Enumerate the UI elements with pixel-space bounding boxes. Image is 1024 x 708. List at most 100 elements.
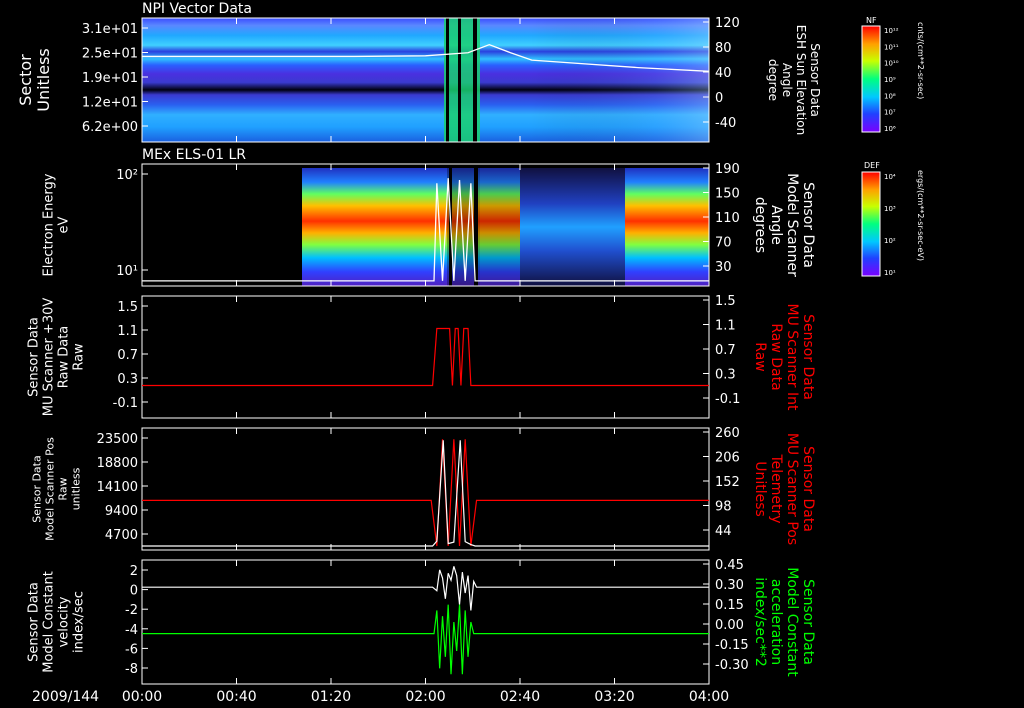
- ytick-left-label: -4: [125, 623, 138, 638]
- time-tick-label: 02:00: [405, 689, 445, 705]
- ytick-right-label: -0.30: [715, 658, 749, 673]
- ylabel-left-line-2: Raw Data: [57, 326, 72, 389]
- colorbar-tick-label: 10⁶: [884, 125, 896, 133]
- colorbar-nf-units: cnts/(cm**2-sr-sec): [916, 22, 925, 99]
- ytick-right-label: 40: [715, 66, 732, 81]
- colorbar-def-label: DEF: [864, 161, 880, 170]
- ytick-left-label: 2.5e+01: [82, 47, 138, 62]
- ylabel-right-line-3: index/sec**2: [752, 577, 768, 667]
- colorbar-def-units: ergs/(cm**2-sr-sec-eV): [916, 170, 925, 261]
- ytick-right-label: 206: [715, 451, 740, 466]
- ylabel-left-line-1: Model Scanner Pos: [44, 437, 57, 541]
- ytick-left-label: 6.2e+00: [82, 120, 138, 135]
- ytick-right-label: 70: [715, 236, 732, 251]
- green-series-line: [142, 604, 709, 675]
- mu-voltage-frame: [141, 295, 710, 419]
- ylabel-right-line-2: Angle: [768, 205, 784, 245]
- ytick-right-label: 30: [715, 260, 732, 275]
- red-series-line: [142, 439, 709, 547]
- ytick-right-label: 0.7: [715, 343, 736, 358]
- colorbar-tick-label: 10⁸: [884, 92, 896, 100]
- ytick-left-label: 9400: [105, 504, 138, 519]
- ytick-left-label: 0.3: [117, 372, 138, 387]
- time-tick-label: 04:00: [689, 689, 729, 705]
- ylabel-left-line-0: Sensor Data: [27, 317, 42, 397]
- npi-gap-1: [446, 18, 449, 142]
- ytick-left-label: 4700: [105, 528, 138, 543]
- ylabel-right-line-2: acceleration: [768, 579, 784, 665]
- ytick-left-label: 2: [130, 564, 138, 579]
- ylabel-right-line-0: Sensor Data: [800, 314, 816, 400]
- ylabel-right-line-3: degree: [766, 59, 780, 101]
- ylabel-left-line-1: MU Scanner +30V: [42, 298, 57, 417]
- panel-mu-voltage: 1.5 1.1 0.7 0.3 -0.1 1.5 1.1 0.7 0.3 -0.1 Sensor D…: [27, 294, 816, 419]
- ylabel-left-line-0: Sensor Data: [27, 582, 42, 662]
- time-tick-label: 03:20: [594, 689, 634, 705]
- ylabel-right-line-3: Raw: [752, 342, 768, 371]
- ytick-left-label: 23500: [97, 432, 138, 447]
- ytick-left-label: -0.1: [113, 396, 138, 411]
- colorbar-def: DEF ergs/(cm**2-sr-sec-eV) 10⁴ 10³ 10² 10¹: [861, 161, 925, 277]
- ytick-left-label: -2: [125, 603, 138, 618]
- ytick-right-label: 0.15: [715, 598, 744, 613]
- colorbar-nf-label: NF: [866, 16, 877, 25]
- els-spectrogram-b: [480, 168, 520, 286]
- ylabel-right-line-0: Sensor Data: [800, 579, 816, 665]
- white-series-line: [142, 440, 709, 547]
- npi-gap-3: [473, 18, 477, 142]
- ytick-right-label: 0.3: [715, 368, 736, 383]
- ytick-right-label: 80: [715, 41, 732, 56]
- ylabel-left-line-0: Electron Energy: [42, 173, 57, 276]
- ylabel-left-line-3: Raw: [72, 343, 87, 371]
- ytick-left-label: 18800: [97, 456, 138, 471]
- npi-spectrogram-fade: [530, 18, 709, 142]
- ytick-left-label: 0: [130, 584, 138, 599]
- ylabel-right-line-2: Raw Data: [768, 323, 784, 390]
- panel-npi: NPI Vector Data 3.1e+01 2.5e+01 1.9e+01 1.2…: [16, 1, 822, 143]
- ylabel-right-line-2: Angle: [780, 63, 794, 97]
- date-label: 2009/144: [32, 689, 99, 705]
- time-tick-label: 00:40: [216, 689, 256, 705]
- ytick-right-label: 0.45: [715, 558, 744, 573]
- els-spectrogram-d: [625, 168, 709, 286]
- ytick-left-label: 10¹: [116, 264, 138, 279]
- ylabel-right-line-2: Telemetry: [768, 453, 784, 523]
- scanner-pos-frame: [141, 427, 710, 551]
- ytick-right-label: 0: [715, 91, 723, 106]
- ytick-left-label: 1.5: [117, 300, 138, 315]
- ytick-left-label: -8: [125, 662, 138, 677]
- ytick-left-label: 1.9e+01: [82, 71, 138, 86]
- colorbar-tick-label: 10¹²: [884, 27, 899, 35]
- red-series-line: [142, 327, 709, 387]
- ytick-left-label: 1.1: [117, 324, 138, 339]
- ylabel-right-line-1: ESH Sun Elevation: [794, 25, 808, 135]
- ylabel-right-line-3: Unitless: [752, 461, 768, 517]
- ytick-right-label: -40: [715, 116, 736, 131]
- ylabel-right-line-3: degrees: [752, 197, 768, 253]
- panel-els-title: MEx ELS-01 LR: [142, 147, 246, 163]
- colorbar-tick-label: 10²: [884, 237, 896, 245]
- ytick-left-label: 3.1e+01: [82, 22, 138, 37]
- panel-els: MEx ELS-01 LR 10² 10¹ 190 150 110 70 30 Electro…: [42, 147, 816, 287]
- els-spectrogram-a: [302, 168, 447, 286]
- ylabel-left-line-0: Sector: [16, 54, 35, 106]
- colorbar-tick-label: 10⁹: [884, 76, 896, 84]
- ytick-right-label: 120: [715, 16, 740, 31]
- ytick-left-label: 0.7: [117, 348, 138, 363]
- ylabel-right-line-0: Sensor Data: [808, 43, 822, 117]
- panel-npi-title: NPI Vector Data: [142, 1, 252, 17]
- white-series-line: [142, 566, 709, 611]
- colorbar-tick-label: 10¹: [884, 269, 896, 277]
- colorbar-tick-label: 10⁷: [884, 109, 896, 117]
- ylabel-left-line-2: velocity: [57, 596, 72, 647]
- ytick-right-label: 190: [715, 162, 740, 177]
- colorbar-nf-scale: [861, 25, 881, 133]
- ylabel-right-line-0: Sensor Data: [800, 446, 816, 532]
- ylabel-right-line-0: Sensor Data: [800, 182, 816, 268]
- colorbar-tick-label: 10¹⁰: [884, 60, 899, 68]
- ytick-right-label: -0.15: [715, 638, 749, 653]
- ylabel-left-line-1: Unitless: [34, 48, 53, 112]
- colorbar-nf: NF cnts/(cm**2-sr-sec) 10¹² 10¹¹ 10¹⁰ 10⁹ 10…: [861, 16, 925, 133]
- ytick-left-label: 1.2e+01: [82, 96, 138, 111]
- colorbar-tick-label: 10¹¹: [884, 43, 899, 51]
